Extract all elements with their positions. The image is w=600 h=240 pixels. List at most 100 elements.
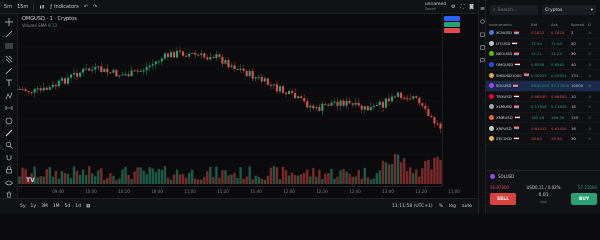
watchlist-row[interactable]: NEOUSD 11.21 11.24 30 ☆	[486, 49, 600, 60]
volume-bar	[60, 170, 64, 184]
measure-icon[interactable]	[4, 105, 14, 112]
candle	[115, 69, 118, 77]
star-icon[interactable]: ☆	[588, 51, 598, 56]
col-spread[interactable]: Spread	[571, 22, 588, 27]
volume-bar	[430, 169, 433, 184]
ruler-icon[interactable]	[4, 129, 14, 137]
star-icon[interactable]: ☆	[588, 30, 598, 35]
eye-icon[interactable]	[4, 179, 14, 186]
settings-icon[interactable]: ⚙	[451, 4, 455, 10]
percent-toggle[interactable]: %	[439, 204, 443, 209]
brush-icon[interactable]	[4, 67, 14, 75]
star-icon[interactable]: ☆	[588, 73, 598, 78]
range-5d[interactable]: 5d	[65, 204, 71, 209]
right-icon-strip	[478, 0, 485, 214]
watchlist-row[interactable]: ZECUSD 28.60 28.90 30 ☆	[486, 134, 600, 145]
volume-bar	[115, 179, 118, 184]
emoji-icon[interactable]	[4, 117, 14, 124]
pitchfork-icon[interactable]	[4, 55, 14, 63]
coin-icon	[489, 125, 494, 131]
range-3m[interactable]: 3M	[41, 204, 48, 209]
text-icon[interactable]	[4, 80, 14, 87]
price-chart[interactable]: OMGUSD · 1 · Cryptos Volume SMA 9 13	[18, 14, 460, 186]
watchlist-row[interactable]: XRPUSD 0.61412 0.61428 16 ☆	[486, 123, 600, 134]
volume-bar	[75, 171, 79, 184]
watchlist-row[interactable]: OMGUSD 0.8558 0.8562 40 ☆	[486, 60, 600, 71]
time-axis[interactable]: 09:40 10:00 10:20 10:40 11:00 11:20 11:40 12:00…	[18, 186, 460, 198]
redo-icon[interactable]: ↷	[93, 4, 97, 10]
drawing-tools	[0, 14, 18, 200]
sell-button[interactable]: SELL	[490, 193, 516, 205]
volume-bar	[200, 179, 203, 184]
volume-bar	[408, 167, 412, 184]
bid-value: 0.1822	[531, 30, 545, 36]
interval-selector[interactable]: 15m	[17, 4, 28, 10]
watchlist-row[interactable]: XMRUSD 165.18 166.38 120 ☆	[486, 113, 600, 124]
watchlist-row[interactable]: TRXUSD 0.06540 0.06550 10 ☆	[486, 92, 600, 103]
volume-bar	[72, 166, 76, 184]
col-bid[interactable]: Bid	[531, 22, 551, 27]
star-icon[interactable]: ☆	[588, 62, 598, 67]
trade-symbol[interactable]: SOLUSD	[490, 174, 514, 179]
star-icon[interactable]: ☆	[588, 83, 598, 88]
layout-name[interactable]: unnamed Saved	[425, 2, 446, 12]
fullscreen-icon[interactable]: ⛶	[461, 4, 465, 10]
candle	[363, 106, 366, 110]
candlestick-chart[interactable]	[18, 14, 442, 186]
spread-value: 131	[571, 72, 579, 78]
bid-value: 0.61412	[531, 125, 547, 131]
volume-bar	[178, 174, 182, 184]
magnet-icon[interactable]	[4, 154, 14, 161]
volume-bar	[375, 173, 379, 184]
clock[interactable]: 11:11:58 (UTC+1)	[392, 204, 433, 209]
pattern-icon[interactable]	[4, 92, 14, 99]
volume-bar	[163, 166, 167, 184]
tradingview-logo[interactable]: TV	[26, 177, 35, 184]
watchlist-row[interactable]: XLMUSD 0.11618 0.11636 18 ☆	[486, 102, 600, 113]
watchlist-row[interactable]: SHBUSD1000 0.00923 0.00924 131 ☆	[486, 70, 600, 81]
watchlist-row[interactable]: SOLUSD 56.87250 57.27000 10000 ☆	[486, 80, 600, 92]
col-d[interactable]: D	[588, 22, 598, 27]
horizontal-lines-icon[interactable]	[4, 43, 14, 50]
candle	[415, 96, 418, 98]
watchlist-row[interactable]: LTCUSD 72.94 71.80 50 ☆	[486, 39, 600, 50]
lock-icon[interactable]	[4, 166, 14, 174]
flag-icon	[523, 73, 529, 77]
crosshair-icon[interactable]	[4, 17, 14, 26]
range-1d[interactable]: 1d	[75, 204, 81, 209]
col-instruments[interactable]: Instruments	[489, 22, 531, 27]
camera-icon[interactable]: ◙	[469, 4, 474, 10]
buy-button[interactable]: BUY	[571, 193, 597, 205]
trade-bid: 56.87000	[490, 185, 510, 190]
coin-icon	[489, 83, 494, 89]
indicators-button[interactable]: ƒ Indicators	[50, 4, 78, 10]
col-ask[interactable]: Ask	[551, 22, 571, 27]
trendline-icon[interactable]	[4, 30, 14, 38]
time-label: 13:20	[415, 189, 427, 194]
auto-toggle[interactable]: auto	[462, 204, 472, 209]
star-icon[interactable]: ☆	[588, 126, 598, 131]
zoom-icon[interactable]	[4, 142, 14, 150]
range-1y[interactable]: 1y	[31, 204, 37, 209]
calendar-icon[interactable]: ▦	[86, 204, 90, 209]
star-icon[interactable]: ☆	[588, 115, 598, 120]
volume-bar	[212, 177, 215, 184]
lots-stepper[interactable]: 0.01 lots	[526, 193, 561, 205]
search-input[interactable]: ⌕ Search...	[490, 5, 538, 15]
candle-type-icon[interactable]	[39, 4, 45, 10]
undo-icon[interactable]: ↶	[84, 4, 88, 10]
star-icon[interactable]: ☆	[588, 94, 598, 99]
candle	[418, 97, 421, 104]
star-icon[interactable]: ☆	[588, 41, 598, 46]
range-1m[interactable]: 1M	[53, 204, 60, 209]
star-icon[interactable]: ☆	[588, 104, 598, 109]
price-axis[interactable]	[442, 14, 460, 186]
range-5y[interactable]: 5y	[20, 204, 26, 209]
volume-bar	[366, 177, 370, 184]
category-select[interactable]: Cryptos ▾	[542, 5, 596, 15]
candle	[315, 107, 318, 109]
log-toggle[interactable]: log	[449, 204, 456, 209]
timeframe-selector[interactable]: 5m	[4, 4, 12, 10]
watchlist-row[interactable]: XCNUSD 0.1822 0.1825 3 ☆	[486, 28, 600, 39]
star-icon[interactable]: ☆	[588, 136, 598, 141]
